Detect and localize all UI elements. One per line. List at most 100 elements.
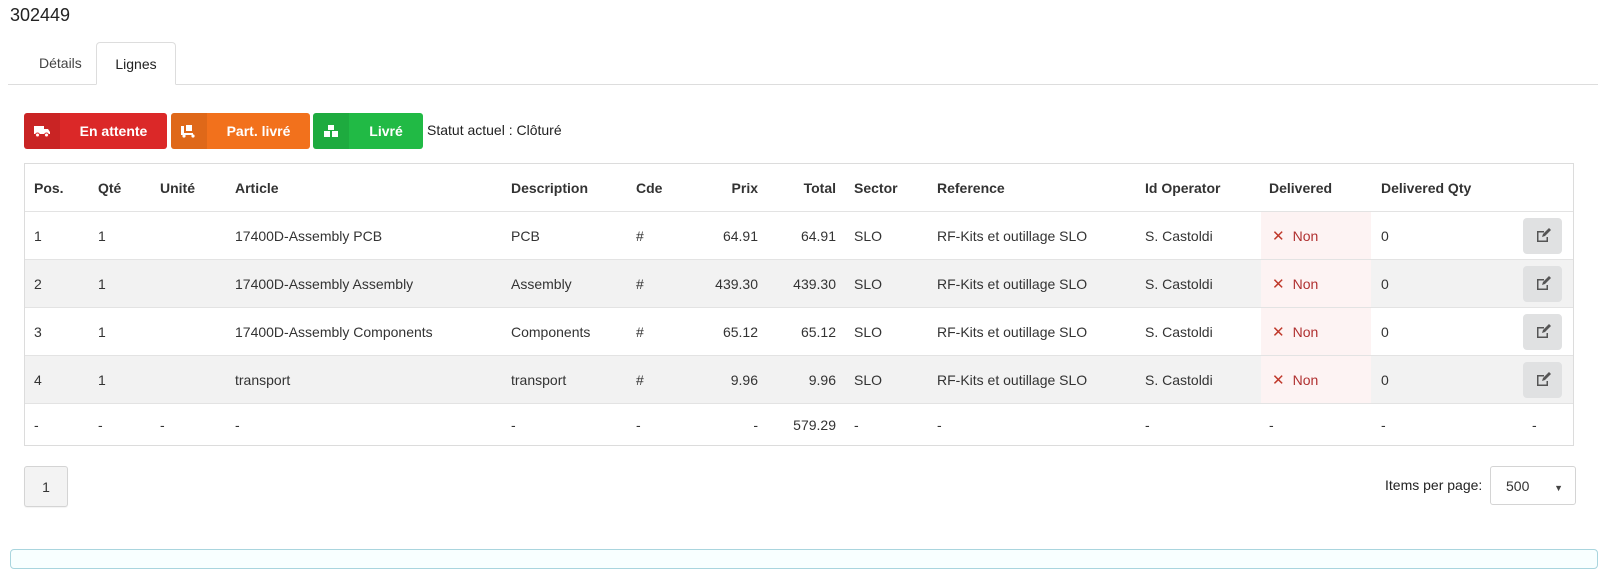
cell-reference: RF-Kits et outillage SLO [937,275,1088,292]
cell-reference: RF-Kits et outillage SLO [937,227,1088,244]
cell-reference: RF-Kits et outillage SLO [937,371,1088,388]
footer-pos: - [34,417,39,433]
footer-total: 579.29 [793,417,836,433]
cell-delivered: ✕ Non [1261,356,1371,403]
cell-total: 9.96 [808,371,836,388]
cell-edit [1523,308,1562,355]
tab-bar: Détails Lignes [8,42,1598,85]
edit-button[interactable] [1523,265,1562,302]
edit-button[interactable] [1523,361,1562,398]
footer-delivered-qty: - [1381,417,1386,433]
status-delivered-button[interactable]: Livré [313,113,423,149]
cell-description: Components [511,323,591,340]
header-reference[interactable]: Reference [937,164,1005,211]
table-footer-row: - - - - - - - 579.29 - - - - - - [25,404,1573,446]
edit-icon [1536,227,1551,242]
cell-id-operator: S. Castoldi [1145,371,1213,388]
cell-qte: 1 [98,323,106,340]
footer-unite: - [160,417,165,433]
cell-total: 64.91 [800,227,836,244]
caret-down-icon: ▼ [1554,483,1563,493]
items-per-page-select[interactable]: 500 ▼ [1490,466,1576,505]
boxes-icon [313,113,349,149]
cell-description: PCB [511,227,540,244]
tab-lignes[interactable]: Lignes [96,42,176,85]
cell-sector: SLO [854,323,883,340]
status-partial-button[interactable]: Part. livré [171,113,310,149]
status-pending-button[interactable]: En attente [24,113,167,149]
header-delivered-qty[interactable]: Delivered Qty [1381,164,1471,211]
header-qte[interactable]: Qté [98,164,121,211]
cross-icon: ✕ [1272,371,1285,389]
cross-icon: ✕ [1272,227,1285,245]
cell-cde: # [636,371,644,388]
cell-cde: # [636,227,644,244]
cell-description: Assembly [511,275,572,292]
cell-edit [1523,212,1562,259]
cell-sector: SLO [854,227,883,244]
cell-edit [1523,356,1562,403]
items-per-page-label: Items per page: [1385,477,1483,493]
delivered-status: Non [1292,371,1319,388]
footer-qte: - [98,417,103,433]
cell-total: 65.12 [800,323,836,340]
cell-cde: # [636,323,644,340]
cell-prix: 65.12 [722,323,758,340]
current-status-text: Statut actuel : Clôturé [427,122,562,138]
edit-button[interactable] [1523,313,1562,350]
header-delivered[interactable]: Delivered [1269,164,1379,211]
header-pos[interactable]: Pos. [34,164,64,211]
cell-pos: 4 [34,371,42,388]
cell-sector: SLO [854,275,883,292]
footer-cde: - [636,417,641,433]
cross-icon: ✕ [1272,275,1285,293]
header-unite[interactable]: Unité [160,164,195,211]
cell-id-operator: S. Castoldi [1145,275,1213,292]
status-pending-label: En attente [79,123,148,139]
edit-icon [1536,371,1551,386]
tab-details[interactable]: Détails [17,42,104,85]
items-per-page-value: 500 [1506,477,1530,494]
footer-edit: - [1532,417,1537,433]
footer-id-operator: - [1145,417,1150,433]
cell-edit [1523,260,1562,307]
cell-id-operator: S. Castoldi [1145,227,1213,244]
cell-article: 17400D-Assembly PCB [235,227,383,244]
cell-prix: 9.96 [730,371,758,388]
header-prix[interactable]: Prix [732,164,758,211]
cell-reference: RF-Kits et outillage SLO [937,323,1088,340]
cell-delivered-qty: 0 [1381,323,1389,340]
lines-table: Pos. Qté Unité Article Description Cde P… [24,163,1574,446]
table-row: 1 1 17400D-Assembly PCB PCB # 64.91 64.9… [25,212,1573,260]
info-message-box [10,549,1598,569]
cell-qte: 1 [98,371,106,388]
edit-button[interactable] [1523,217,1562,254]
footer-reference: - [937,417,942,433]
pagination-page-button[interactable]: 1 [24,466,68,507]
delivered-status: Non [1292,227,1319,244]
delivered-status: Non [1292,275,1319,292]
header-article[interactable]: Article [235,164,279,211]
header-id-operator[interactable]: Id Operator [1145,164,1220,211]
cell-pos: 2 [34,275,42,292]
table-row: 2 1 17400D-Assembly Assembly Assembly # … [25,260,1573,308]
cell-delivered-qty: 0 [1381,227,1389,244]
footer-article: - [235,417,240,433]
footer-description: - [511,417,516,433]
cell-article: 17400D-Assembly Components [235,323,433,340]
status-delivered-label: Livré [369,123,403,139]
cell-description: transport [511,371,567,388]
table-header-row: Pos. Qté Unité Article Description Cde P… [25,164,1573,212]
header-total[interactable]: Total [804,164,836,211]
header-cde[interactable]: Cde [636,164,662,211]
header-sector[interactable]: Sector [854,164,898,211]
cell-cde: # [636,275,644,292]
cell-prix: 439.30 [715,275,758,292]
footer-sector: - [854,417,859,433]
edit-icon [1536,323,1551,338]
cell-qte: 1 [98,227,106,244]
cell-delivered: ✕ Non [1261,212,1371,259]
header-description[interactable]: Description [511,164,588,211]
cell-pos: 1 [34,227,42,244]
cell-delivered-qty: 0 [1381,371,1389,388]
